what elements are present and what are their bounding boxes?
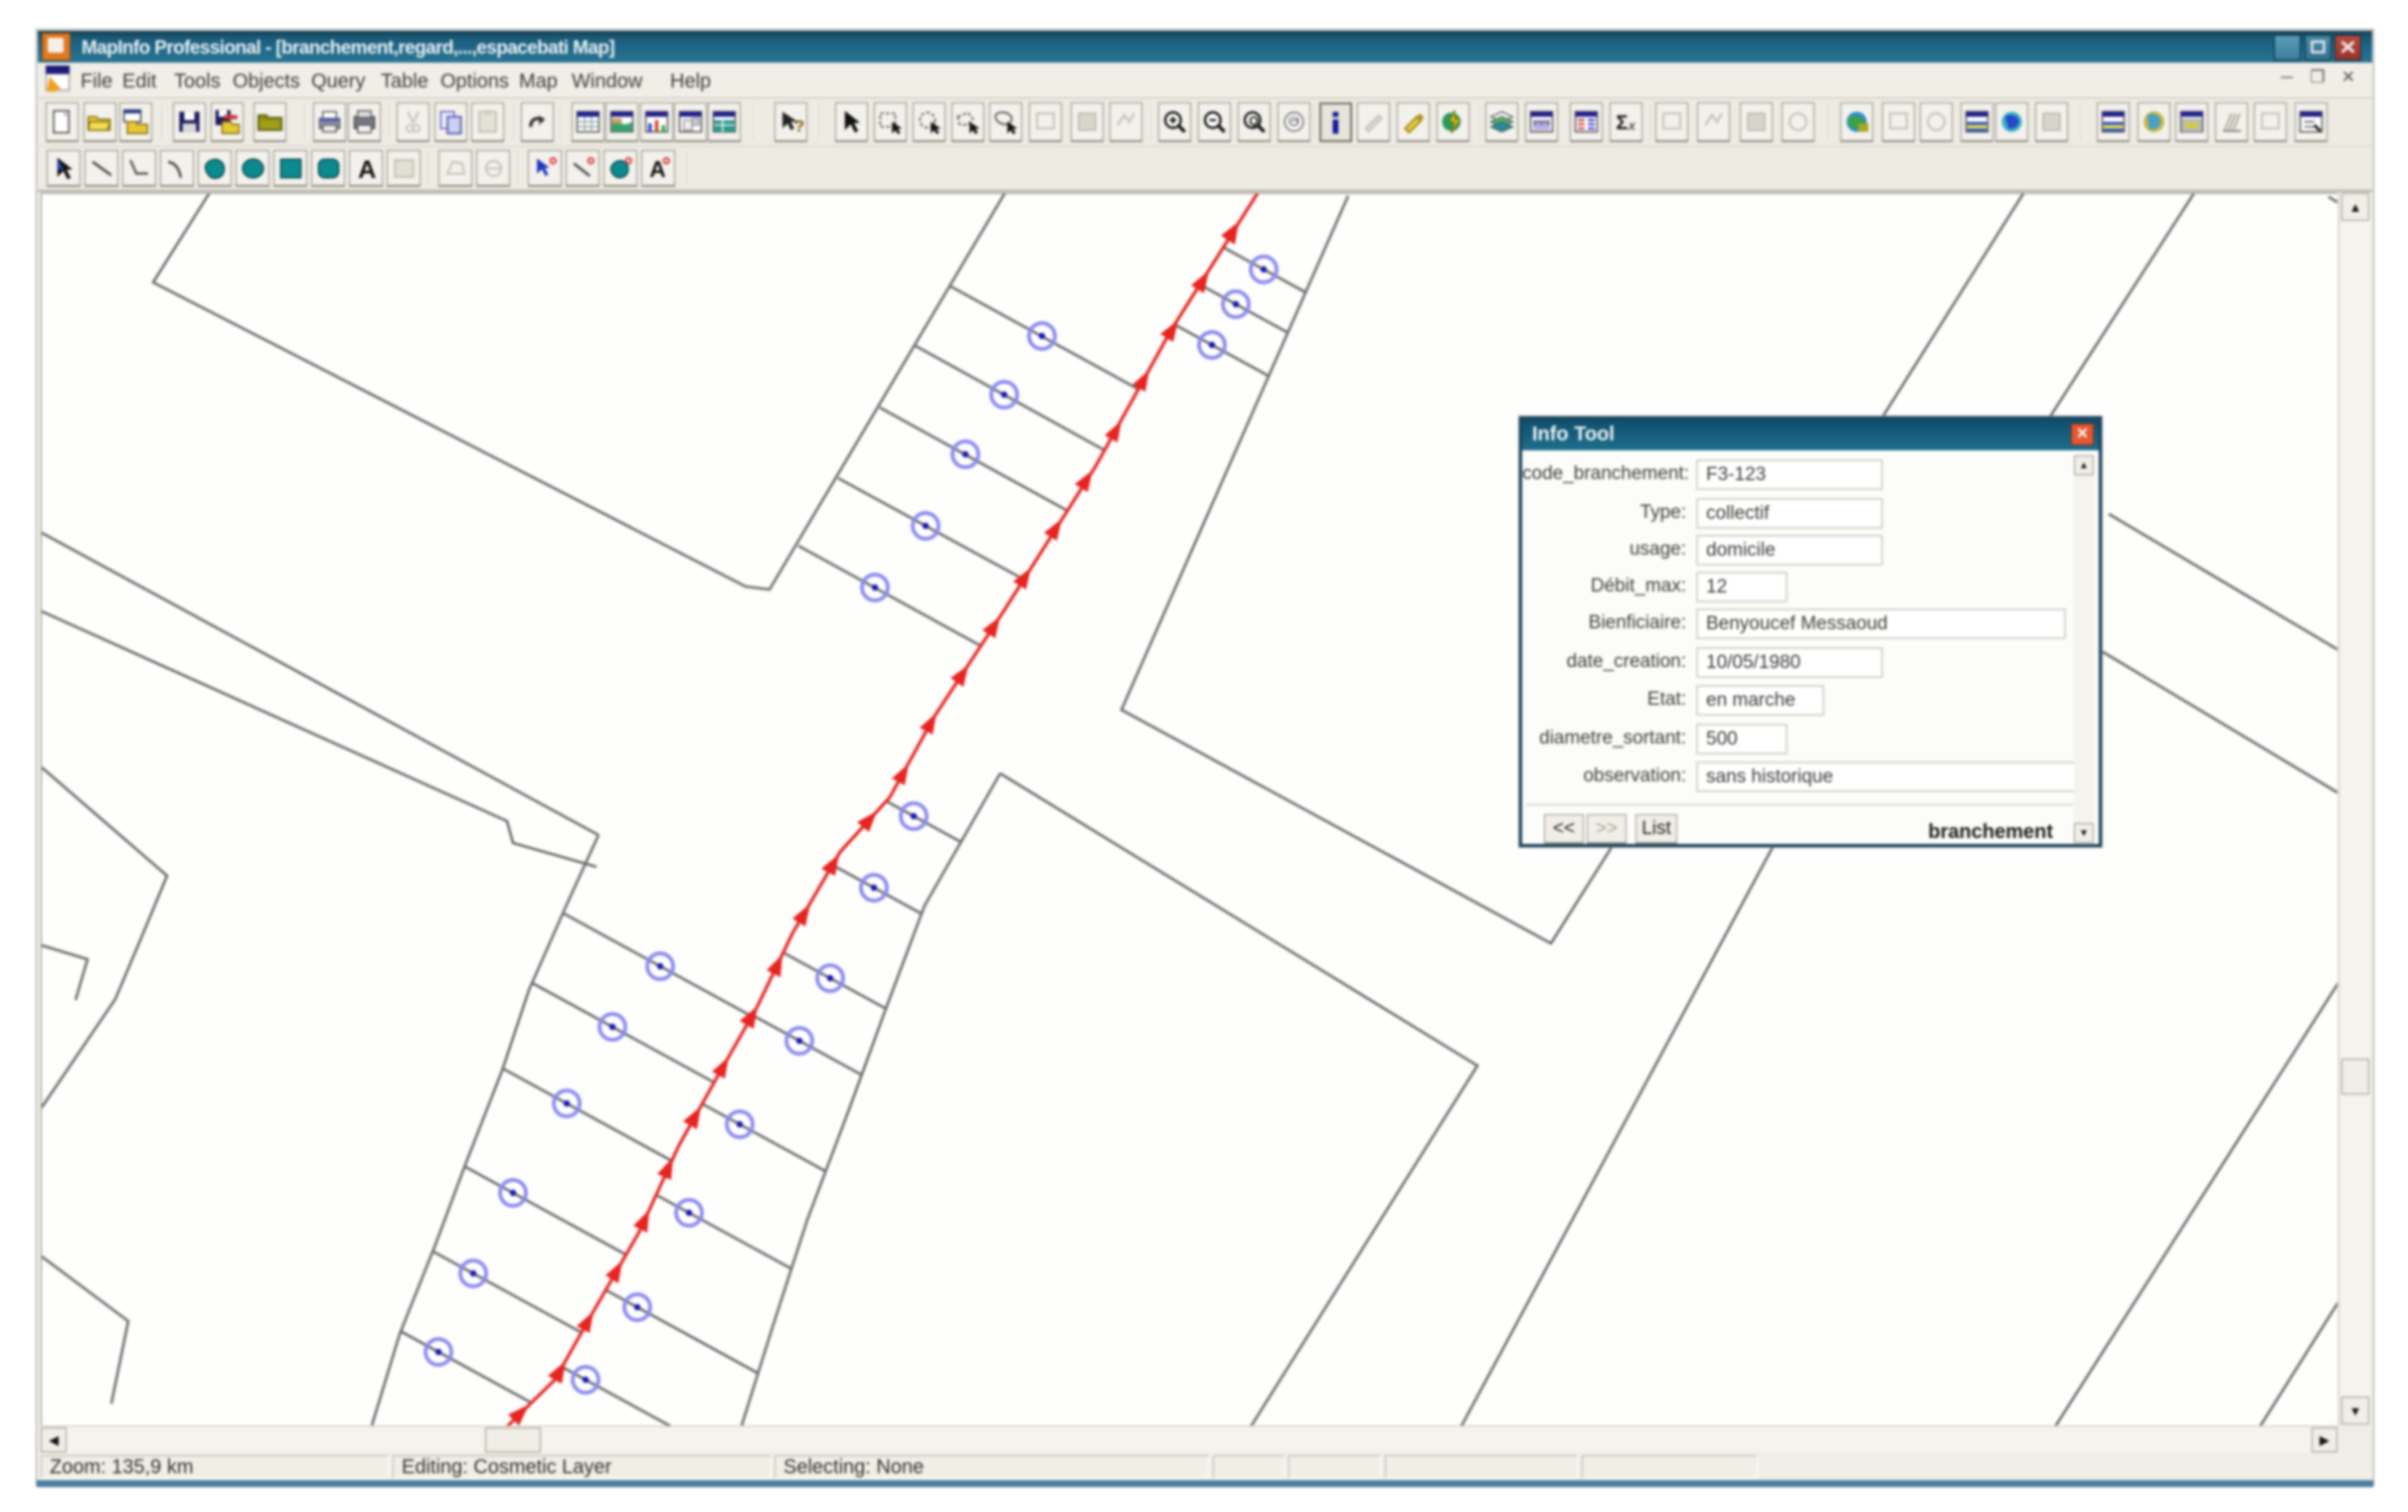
svg-text:Q: Q bbox=[1249, 114, 1259, 128]
svg-text:Σ: Σ bbox=[1616, 112, 1628, 134]
svg-text:?: ? bbox=[794, 117, 804, 135]
svg-text:A: A bbox=[358, 155, 376, 181]
svg-text:x: x bbox=[1628, 118, 1636, 133]
